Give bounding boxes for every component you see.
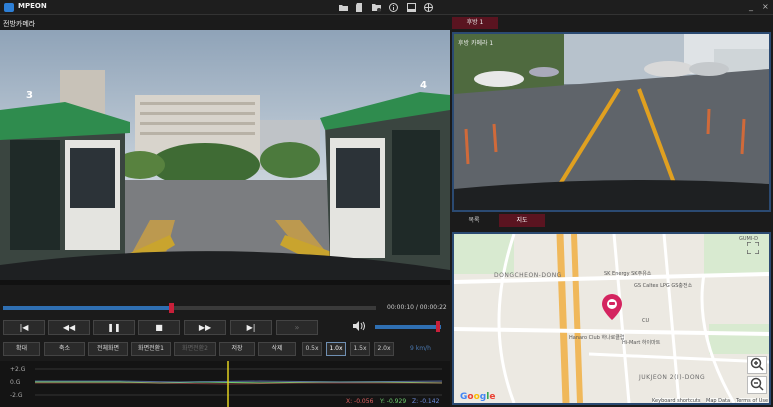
rear-camera-view[interactable]: 후방 카메라 1 [452, 32, 771, 212]
save-button[interactable]: 저장 [219, 342, 255, 356]
folder-open-icon[interactable] [339, 3, 348, 12]
window-icon[interactable] [407, 3, 416, 12]
fullscreen-button[interactable]: 전체화면 [88, 342, 128, 356]
screen-switch-2-button[interactable]: 화면전환2 [174, 342, 216, 356]
map-label-himart: Hi-Mart 하이마트 [622, 340, 661, 346]
volume-icon[interactable] [353, 321, 365, 334]
booth-right-number: 4 [420, 80, 427, 91]
speed-2-0x-button[interactable]: 2.0x [374, 342, 394, 356]
tab-map[interactable]: 지도 [499, 214, 545, 227]
g-reading-x: X: -0.056 [346, 398, 374, 405]
close-button[interactable]: × [762, 2, 769, 11]
map-data-link[interactable]: Map Data [706, 398, 731, 403]
g-line-x [35, 382, 442, 385]
speed-1-0x-button[interactable]: 1.0x [326, 342, 346, 356]
map-zoom-in-icon[interactable] [747, 356, 767, 374]
google-logo: Google [460, 392, 496, 402]
seek-bar[interactable] [3, 303, 376, 313]
g-reading-z: Z: -0.142 [412, 398, 440, 405]
map-label-jukjeon: JUKJEON 2(I)-DONG [639, 374, 706, 381]
zoom-in-button[interactable]: 확대 [3, 342, 40, 356]
folder-settings-icon[interactable] [372, 3, 381, 12]
booth-left-number: 3 [26, 90, 33, 101]
terms-of-use-link[interactable]: Terms of Use [736, 398, 769, 403]
speed-readout: 9 km/h [410, 345, 431, 352]
pause-button[interactable]: ❚❚ [93, 320, 135, 335]
seek-bar-handle[interactable] [168, 303, 174, 313]
rear-camera-label: 후방 카메라 1 [458, 40, 494, 47]
front-camera-label: 전방카메라 [3, 20, 36, 28]
location-pin-icon [602, 294, 622, 322]
fast-forward-button[interactable]: ▶▶ [184, 320, 226, 335]
seek-bar-progress [3, 306, 171, 310]
first-frame-button[interactable]: |◀ [3, 320, 45, 335]
minimize-button[interactable]: _ [749, 2, 753, 11]
g-reading-y: Y: -0.929 [380, 398, 407, 405]
stop-button[interactable]: ■ [138, 320, 180, 335]
last-frame-button[interactable]: ▶| [230, 320, 272, 335]
skip-button[interactable]: » [276, 320, 318, 335]
speed-0-5x-button[interactable]: 0.5x [302, 342, 322, 356]
screen-switch-1-button[interactable]: 화면전환1 [131, 342, 171, 356]
keyboard-shortcuts-link[interactable]: Keyboard shortcuts [652, 398, 701, 403]
map-label-gs: GS Caltex LPG GS충전소 [634, 283, 693, 289]
tab-rear-1[interactable]: 후방 1 [452, 17, 498, 29]
info-icon[interactable] [389, 3, 398, 12]
title-bar: MPEON _ × [0, 0, 773, 15]
sd-card-icon[interactable] [355, 3, 364, 12]
speed-1-5x-button[interactable]: 1.5x [350, 342, 370, 356]
map-zoom-out-icon[interactable] [747, 376, 767, 394]
map-label-cu: CU [642, 318, 650, 324]
app-logo [4, 3, 14, 12]
rewind-button[interactable]: ◀◀ [48, 320, 90, 335]
tab-list[interactable]: 목록 [452, 215, 496, 227]
app-title: MPEON [18, 2, 47, 10]
zoom-out-button[interactable]: 축소 [44, 342, 85, 356]
map-label-dongcheon: DONGCHEON-DONG [494, 272, 562, 279]
delete-button[interactable]: 삭제 [258, 342, 296, 356]
globe-icon[interactable] [424, 3, 433, 12]
playback-time: 00:00:10 / 00:00:22 [387, 304, 447, 311]
map-view[interactable]: DONGCHEON-DONG JUKJEON 2(I)-DONG GUMI-D … [452, 232, 771, 405]
front-camera-view[interactable]: 3 4 [0, 30, 450, 285]
map-label-hanaro: Hanaro Club 하나로클럽 [569, 335, 625, 341]
map-label-sk: SK Energy SK주유소 [604, 271, 652, 277]
volume-slider[interactable] [375, 325, 441, 329]
fullscreen-map-icon[interactable] [746, 241, 760, 256]
volume-handle[interactable] [435, 321, 440, 332]
